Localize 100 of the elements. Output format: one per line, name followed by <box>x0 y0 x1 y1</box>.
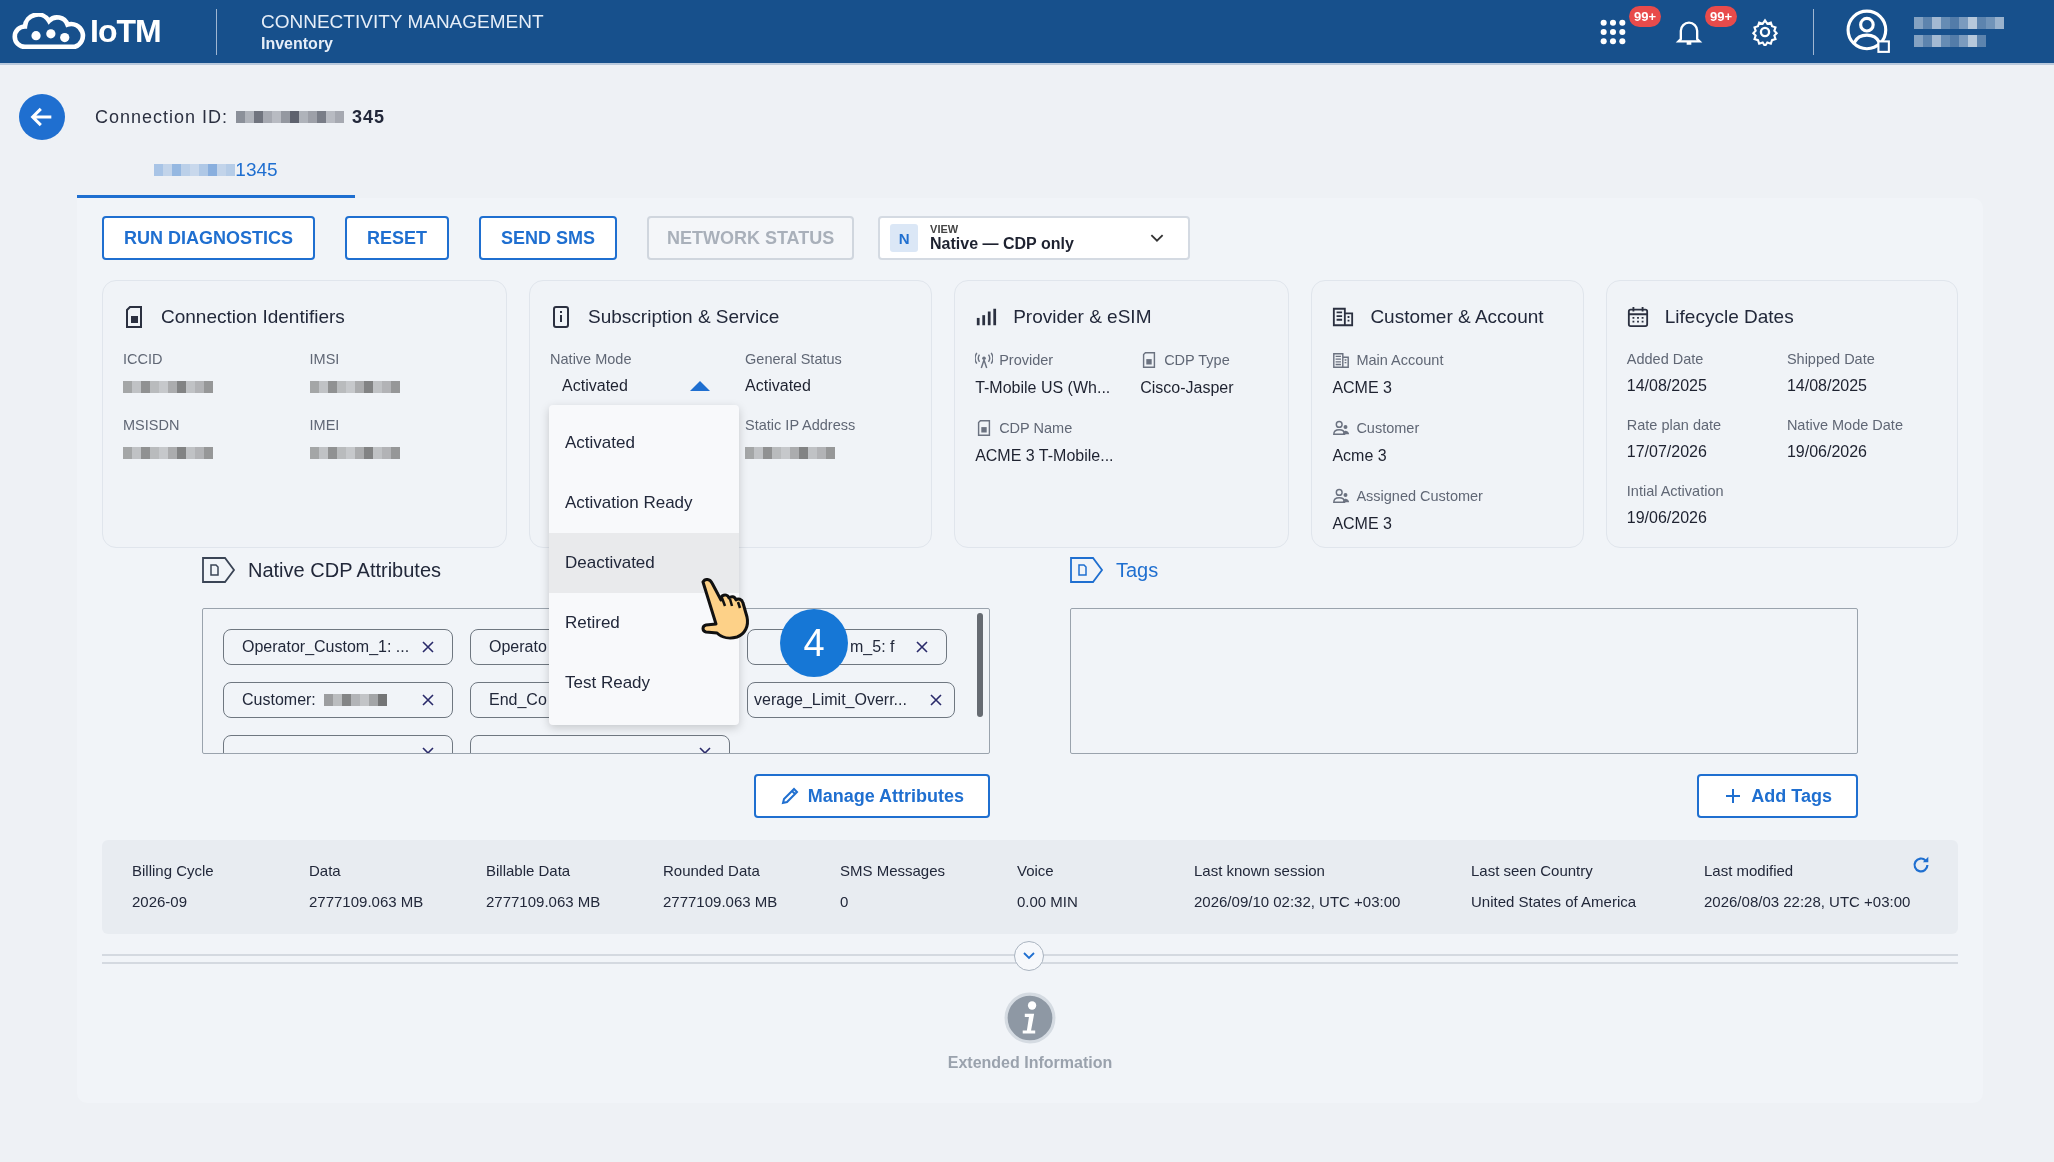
close-icon[interactable] <box>916 641 928 653</box>
dropdown-option[interactable]: Activated <box>549 413 739 473</box>
usage-value: 2777109.063 MB <box>309 893 425 910</box>
chip-text: m_5: f <box>850 638 895 656</box>
field-label: Static IP Address <box>745 417 856 433</box>
usage-label: Last seen Country <box>1471 862 1594 879</box>
field-label: CDP Type <box>1164 352 1230 368</box>
card-title: Provider & eSIM <box>1013 306 1152 328</box>
card-title: Lifecycle Dates <box>1664 306 1794 328</box>
pencil-icon <box>779 786 800 806</box>
field-label: IMEI <box>309 417 340 433</box>
connection-id-label: Connection ID: <box>95 106 229 128</box>
field-label: MSISDN <box>123 417 180 433</box>
chip-text: Customer: <box>242 691 316 709</box>
field-label: Customer <box>1356 420 1420 436</box>
close-icon[interactable] <box>930 694 942 706</box>
action-button[interactable]: SEND SMS <box>479 216 618 260</box>
card-title: Connection Identifiers <box>161 306 345 328</box>
field-label: Added Date <box>1626 351 1704 367</box>
field-label: Native Mode Date <box>1786 417 1903 433</box>
extended-information-label: Extended Information <box>947 1054 1113 1072</box>
building-icon <box>1332 351 1351 369</box>
back-button[interactable] <box>19 94 65 140</box>
card-title: Subscription & Service <box>588 306 780 328</box>
field-label: Rate plan date <box>1626 417 1722 433</box>
info-icon <box>1004 992 1056 1044</box>
view-select-label: VIEW <box>930 223 960 235</box>
tag-icon <box>202 557 236 583</box>
field-label: Main Account <box>1356 352 1444 368</box>
add-tags-button[interactable]: Add Tags <box>1697 774 1858 818</box>
close-icon[interactable] <box>422 641 434 653</box>
usage-label: Voice <box>1017 862 1055 879</box>
usage-label: Billable Data <box>486 862 572 879</box>
usage-value: 2026-09 <box>132 893 189 910</box>
field-label: ICCID <box>123 351 163 367</box>
dropdown-option[interactable]: Activation Ready <box>549 473 739 533</box>
scrollbar-thumb[interactable] <box>977 613 983 717</box>
field-value: Activated <box>745 377 812 395</box>
settings-icon <box>1751 17 1779 46</box>
user-avatar-icon[interactable] <box>1846 8 1892 55</box>
usage-label: SMS Messages <box>840 862 947 879</box>
chip-text: Operator_Custom_1: ... <box>242 638 410 656</box>
cloud-logo-icon <box>12 12 86 51</box>
usage-label: Last modified <box>1704 862 1795 879</box>
calendar-icon <box>1626 305 1649 329</box>
chevron-down-icon <box>1150 233 1165 243</box>
dropdown-option[interactable]: Deactivated <box>549 533 739 593</box>
usage-value: 2026/08/03 22:28, UTC +03:00 <box>1704 893 1911 910</box>
building-icon <box>1332 305 1355 329</box>
chip-text: End_Co <box>489 691 547 709</box>
usage-label: Rounded Data <box>663 862 761 879</box>
logo-text: IoTM <box>90 13 161 50</box>
field-value: 17/07/2026 <box>1626 443 1708 461</box>
usage-value: 2777109.063 MB <box>663 893 779 910</box>
usage-value: 0 <box>840 893 850 910</box>
chip-text: Operato <box>489 638 547 656</box>
chip-text: verage_Limit_Overr... <box>754 691 907 709</box>
section-title: Native CDP Attributes <box>248 558 442 582</box>
connection-id-suffix: 345 <box>352 106 386 128</box>
field-label: Assigned Customer <box>1356 488 1483 504</box>
notification-count: 99+ <box>1629 5 1662 27</box>
apps-grid-icon <box>1599 17 1627 46</box>
app-title: CONNECTIVITY MANAGEMENT <box>261 10 544 33</box>
action-button[interactable]: RUN DIAGNOSTICS <box>102 216 315 260</box>
tag-icon <box>1070 557 1104 583</box>
field-label: CDP Name <box>999 420 1073 436</box>
section-title: Tags <box>1116 558 1159 582</box>
usage-value: 0.00 MIN <box>1017 893 1079 910</box>
field-label: IMSI <box>309 351 340 367</box>
card-title: Customer & Account <box>1370 306 1544 328</box>
usage-value: United States of America <box>1471 893 1638 910</box>
page-subtitle: Inventory <box>261 34 334 53</box>
field-value: ACME 3 T-Mobile... <box>975 447 1115 465</box>
field-value: Acme 3 <box>1332 447 1388 465</box>
attribute-chip[interactable]: Customer: <box>223 682 453 718</box>
field-label: Native Mode <box>550 351 632 367</box>
expand-button[interactable] <box>1014 941 1044 971</box>
field-value: 19/06/2026 <box>1786 443 1868 461</box>
sim-card-icon <box>123 305 145 329</box>
field-value: ACME 3 <box>1332 515 1393 533</box>
usage-value: 2026/09/10 02:32, UTC +03:00 <box>1194 893 1402 910</box>
attribute-chip[interactable]: verage_Limit_Overr... <box>747 682 955 718</box>
antenna-icon <box>975 351 994 369</box>
view-select[interactable]: N VIEW Native — CDP only <box>878 216 1191 260</box>
dropdown-option[interactable]: Test Ready <box>549 653 739 713</box>
notification-count: 99+ <box>1705 5 1738 27</box>
attribute-chip[interactable]: Operator_Custom_1: ... <box>223 629 453 665</box>
people-icon <box>1332 419 1351 437</box>
view-select-value: Native — CDP only <box>930 235 1074 253</box>
usage-value: 2777109.063 MB <box>486 893 602 910</box>
field-label: General Status <box>745 351 842 367</box>
field-label: Shipped Date <box>1786 351 1875 367</box>
view-mode-badge: N <box>890 224 919 252</box>
action-button[interactable]: RESET <box>345 216 450 260</box>
field-label: Provider <box>999 352 1054 368</box>
manage-attributes-button[interactable]: Manage Attributes <box>753 774 990 818</box>
people-icon <box>1332 487 1351 505</box>
close-icon[interactable] <box>422 694 434 706</box>
usage-label: Last known session <box>1194 862 1326 879</box>
native-mode-select[interactable]: Activated <box>550 377 711 395</box>
